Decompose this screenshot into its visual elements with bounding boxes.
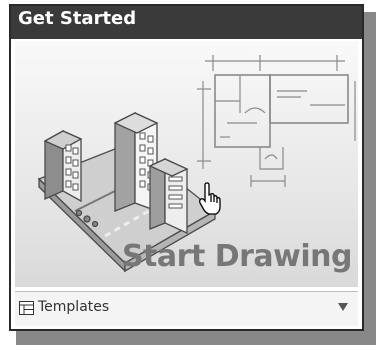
panel-header: Get Started	[11, 6, 362, 39]
start-drawing-label[interactable]: Start Drawing	[122, 239, 353, 274]
start-drawing-card[interactable]: Start Drawing	[15, 41, 358, 287]
template-grid-icon	[19, 301, 34, 315]
get-started-panel: Get Started Start Drawing Templates	[9, 4, 364, 331]
templates-dropdown[interactable]: Templates	[15, 291, 358, 326]
floor-plan-drawing	[197, 55, 356, 187]
chevron-down-icon[interactable]	[338, 303, 348, 311]
panel-title: Get Started	[18, 8, 137, 29]
templates-label[interactable]: Templates	[38, 299, 109, 315]
